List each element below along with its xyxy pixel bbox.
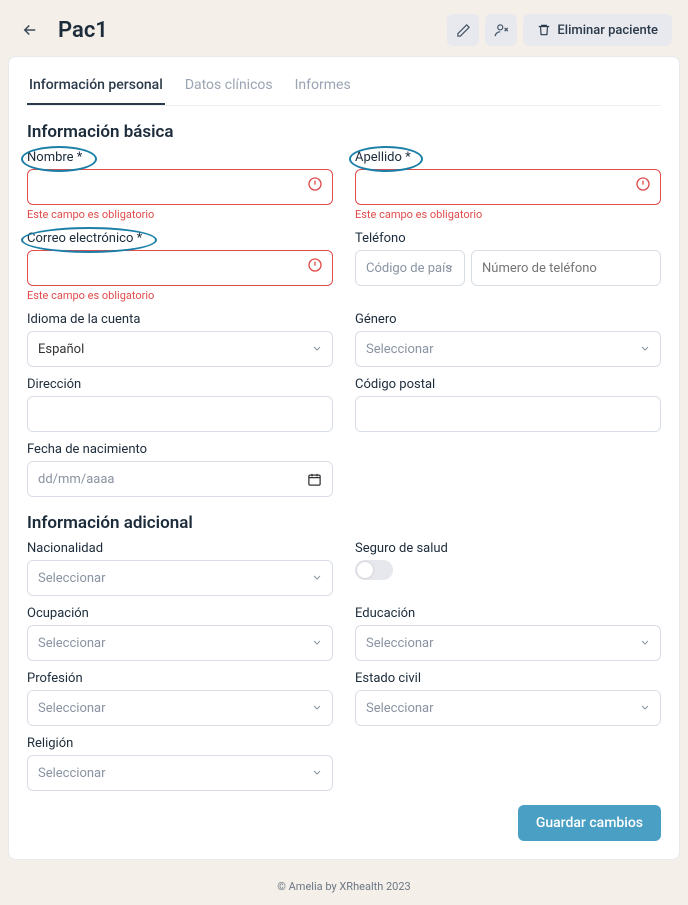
religion-select[interactable]: Seleccionar [27,755,333,791]
civil-select[interactable]: Seleccionar [355,690,661,726]
tab-reports[interactable]: Informes [293,69,353,105]
name-label: Nombre * [27,150,333,165]
surname-error: Este campo es obligatorio [355,208,661,221]
section-additional-title: Información adicional [27,513,661,533]
back-button[interactable] [16,16,44,44]
phone-country-select[interactable]: Código de país [355,250,465,286]
nationality-select[interactable]: Seleccionar [27,560,333,596]
email-error: Este campo es obligatorio [27,289,333,302]
name-error: Este campo es obligatorio [27,208,333,221]
language-label: Idioma de la cuenta [27,312,333,327]
postal-input[interactable] [355,396,661,432]
footer-text: © Amelia by XRhealth 2023 [0,868,688,905]
calendar-icon [307,472,322,487]
user-x-icon [494,23,509,38]
phone-label: Teléfono [355,231,661,246]
main-card: Información personal Datos clínicos Info… [8,56,680,860]
save-button[interactable]: Guardar cambios [518,805,661,841]
pencil-icon [456,23,471,38]
profession-select[interactable]: Seleccionar [27,690,333,726]
civil-label: Estado civil [355,671,661,686]
section-basic-title: Información básica [27,122,661,142]
alert-icon [307,257,323,277]
email-input[interactable] [27,250,333,286]
alert-icon [307,176,323,196]
alert-icon [635,176,651,196]
occupation-select[interactable]: Seleccionar [27,625,333,661]
delete-button-label: Eliminar paciente [557,23,658,38]
surname-label: Apellido * [355,150,661,165]
education-label: Educación [355,606,661,621]
email-label: Correo electrónico * [27,231,333,246]
nationality-label: Nacionalidad [27,541,333,556]
name-input[interactable] [27,169,333,205]
trash-icon [537,23,551,37]
religion-label: Religión [27,736,333,751]
postal-label: Código postal [355,377,661,392]
education-select[interactable]: Seleccionar [355,625,661,661]
phone-number-input[interactable] [471,250,661,286]
insurance-label: Seguro de salud [355,541,661,556]
tab-clinical-data[interactable]: Datos clínicos [183,69,275,105]
gender-select[interactable]: Seleccionar [355,331,661,367]
birth-input[interactable]: dd/mm/aaaa [27,461,333,497]
birth-label: Fecha de nacimiento [27,442,333,457]
birth-placeholder: dd/mm/aaaa [38,472,114,487]
address-input[interactable] [27,396,333,432]
surname-input[interactable] [355,169,661,205]
profession-label: Profesión [27,671,333,686]
edit-button[interactable] [447,14,479,46]
tab-personal-info[interactable]: Información personal [27,69,165,105]
language-select[interactable]: Español [27,331,333,367]
page-title: Pac1 [58,18,447,43]
delete-patient-button[interactable]: Eliminar paciente [523,14,672,46]
gender-label: Género [355,312,661,327]
insurance-toggle[interactable] [355,560,393,580]
occupation-label: Ocupación [27,606,333,621]
tabs: Información personal Datos clínicos Info… [27,57,661,106]
address-label: Dirección [27,377,333,392]
unassign-button[interactable] [485,14,517,46]
